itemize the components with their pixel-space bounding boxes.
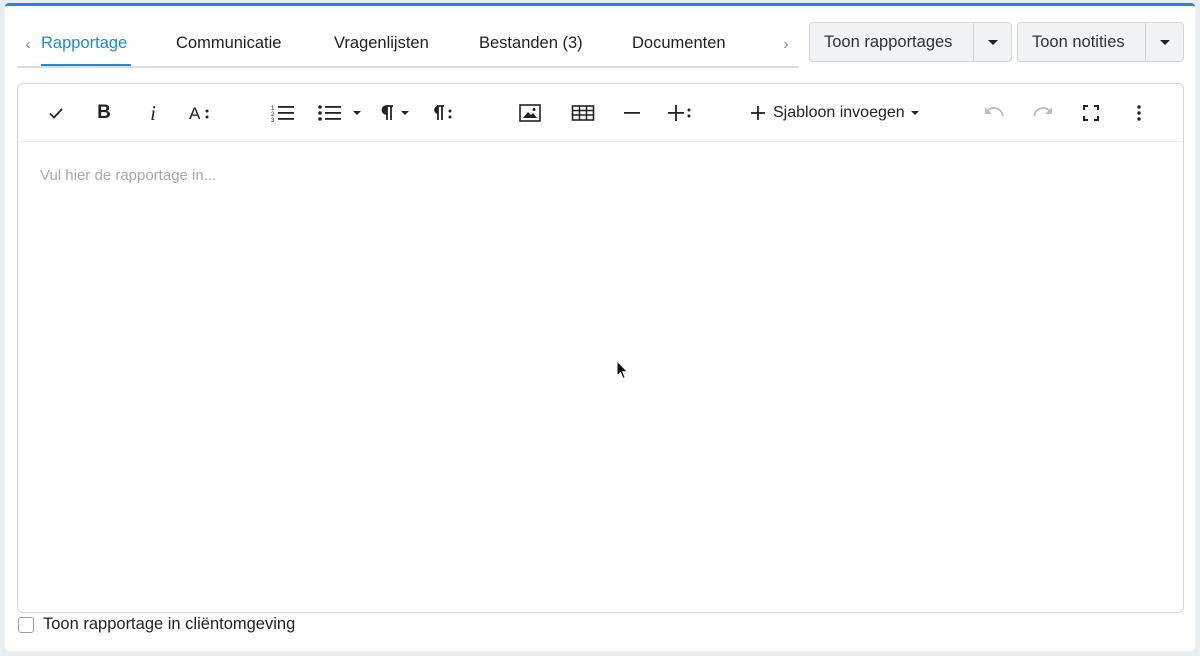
plus-icon [751,106,765,120]
font-size-icon[interactable]: A [186,98,216,128]
table-icon[interactable] [568,98,598,128]
tab-communicatie[interactable]: Communicatie [176,34,281,53]
toon-notities-button[interactable]: Toon notities [1018,23,1145,61]
fullscreen-icon[interactable] [1076,98,1106,128]
svg-text:3: 3 [271,118,275,123]
more-text-icon[interactable] [665,98,695,128]
tab-rapportage[interactable]: Rapportage [41,34,127,53]
toon-rapportages-dropdown-icon[interactable] [973,23,1011,61]
undo-icon[interactable] [979,98,1009,128]
show-in-client-environment-row: Toon rapportage in cliëntomgeving [18,615,295,634]
report-panel: ‹ Rapportage Communicatie Vragenlijsten … [5,3,1195,651]
tab-documenten[interactable]: Documenten [632,34,726,53]
paragraph-style-icon[interactable] [428,98,458,128]
toon-notities-split-button: Toon notities [1017,22,1184,62]
svg-text:A: A [189,104,201,123]
ordered-list-icon[interactable]: 1 2 3 [268,98,298,128]
check-icon[interactable] [41,98,71,128]
mouse-cursor-icon [616,359,630,387]
unordered-list-dropdown-icon[interactable] [353,111,361,115]
editor-toolbar: B i A 1 2 3 Sjabloon invoegen [18,84,1183,142]
toon-rapportages-button[interactable]: Toon rapportages [810,23,973,61]
horizontal-line-icon[interactable] [617,98,647,128]
editor-content-area[interactable]: Vul hier de rapportage in... [40,167,216,184]
insert-template-dropdown-icon [910,111,919,115]
toon-notities-dropdown-icon[interactable] [1145,23,1183,61]
italic-icon[interactable]: i [138,98,168,128]
insert-template-button[interactable]: Sjabloon invoegen [749,98,919,128]
image-icon[interactable] [515,98,545,128]
toon-rapportages-split-button: Toon rapportages [809,22,1012,62]
paragraph-format-icon[interactable] [379,98,419,128]
bold-icon[interactable]: B [89,98,119,128]
unordered-list-icon[interactable] [317,98,369,128]
paragraph-format-dropdown-icon[interactable] [401,111,409,115]
redo-icon[interactable] [1028,98,1058,128]
rich-text-editor: B i A 1 2 3 Sjabloon invoegen Vul hier d… [17,83,1184,613]
tab-bar: ‹ Rapportage Communicatie Vragenlijsten … [17,24,799,68]
insert-template-label: Sjabloon invoegen [773,104,905,121]
tab-bestanden[interactable]: Bestanden (3) [479,34,583,53]
more-vertical-icon[interactable] [1124,98,1154,128]
tab-scroll-left-icon[interactable]: ‹ [21,36,35,54]
show-in-client-environment-checkbox[interactable] [18,616,34,633]
active-tab-indicator [41,64,131,66]
show-in-client-environment-label[interactable]: Toon rapportage in cliëntomgeving [43,615,295,634]
tab-scroll-right-icon[interactable]: › [779,36,793,54]
tab-vragenlijsten[interactable]: Vragenlijsten [334,34,429,53]
